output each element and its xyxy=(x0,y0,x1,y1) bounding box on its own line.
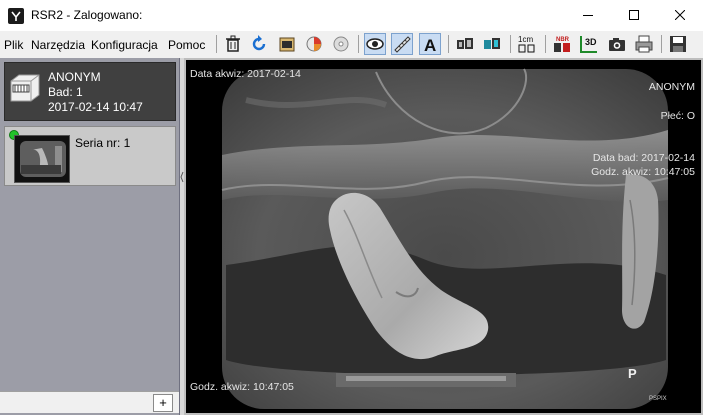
patient-exam-number: Bad: 1 xyxy=(48,85,83,99)
patient-name: ANONYM xyxy=(48,70,101,84)
color-wheel-icon[interactable] xyxy=(303,33,325,55)
app-icon xyxy=(8,8,24,24)
series-label: Seria nr: 1 xyxy=(75,136,131,150)
teeth-icon[interactable] xyxy=(454,33,476,55)
menu-narzedzia[interactable]: Narzędzia xyxy=(31,38,85,52)
trash-icon[interactable] xyxy=(222,33,244,55)
overlay-patient-name: ANONYM xyxy=(648,81,695,93)
overlay-acquisition-time-bottom: Godz. akwiz: 10:47:05 xyxy=(190,381,294,393)
svg-text:A: A xyxy=(424,36,436,54)
rotate-icon[interactable] xyxy=(248,33,270,55)
panel-footer: + xyxy=(0,391,179,413)
minimize-button[interactable] xyxy=(565,0,611,31)
toolbar-separator xyxy=(510,35,511,53)
svg-text:NBR: NBR xyxy=(556,37,570,43)
menu-konfiguracja[interactable]: Konfiguracja xyxy=(91,38,158,52)
patient-exam-datetime: 2017-02-14 10:47 xyxy=(48,100,143,114)
eye-icon[interactable] xyxy=(364,33,386,55)
xray-viewer[interactable]: Data akwiz: 2017-02-14 ANONYM Płeć: O Da… xyxy=(184,58,703,415)
maximize-button[interactable] xyxy=(611,0,657,31)
menu-plik[interactable]: Plik xyxy=(4,38,23,52)
overlay-sex: Płeć: O xyxy=(660,110,695,122)
toolbar-separator xyxy=(358,35,359,53)
xray-image xyxy=(186,60,701,413)
toolbar-separator xyxy=(661,35,662,53)
svg-text:1cm: 1cm xyxy=(518,35,533,44)
film-icon[interactable] xyxy=(276,33,298,55)
menu-toolbar-row: Plik Narzędzia Konfiguracja Pomoc A 1cm … xyxy=(0,31,703,58)
add-button[interactable]: + xyxy=(153,394,173,412)
acquisition-date-label: Data akwiz: 2017-02-14 xyxy=(190,68,301,80)
patient-card[interactable]: ANONYM Bad: 1 2017-02-14 10:47 xyxy=(4,62,176,121)
overlay-acquisition-time: Godz. akwiz: 10:47:05 xyxy=(591,166,695,178)
sensor-label: PSPIX xyxy=(649,396,667,402)
view-3d-icon[interactable]: 3D xyxy=(578,33,600,55)
toolbar-separator xyxy=(216,35,217,53)
save-icon[interactable] xyxy=(667,33,689,55)
series-thumbnail[interactable] xyxy=(14,135,70,183)
toolbar-separator xyxy=(448,35,449,53)
overlay-exam-date: Data bad: 2017-02-14 xyxy=(592,152,695,164)
orientation-marker: P xyxy=(628,366,637,381)
svg-text:3D: 3D xyxy=(585,37,597,47)
patient-list-panel: ANONYM Bad: 1 2017-02-14 10:47 Seria nr:… xyxy=(0,58,180,415)
camera-icon[interactable] xyxy=(606,33,628,55)
series-item[interactable]: Seria nr: 1 xyxy=(4,126,176,186)
close-button[interactable] xyxy=(657,0,703,31)
teeth-color-icon[interactable] xyxy=(481,33,503,55)
menu-pomoc[interactable]: Pomoc xyxy=(168,38,205,52)
print-icon[interactable] xyxy=(633,33,655,55)
ruler-icon[interactable] xyxy=(391,33,413,55)
histogram-icon[interactable]: NBR xyxy=(551,33,573,55)
window-title: RSR2 - Zalogowano: xyxy=(31,8,143,22)
toolbar-separator xyxy=(545,35,546,53)
disc-icon[interactable] xyxy=(330,33,352,55)
patient-file-icon xyxy=(9,73,41,106)
title-bar: RSR2 - Zalogowano: xyxy=(0,0,703,31)
measure-1cm-icon[interactable]: 1cm xyxy=(516,33,538,55)
text-annotation-icon[interactable]: A xyxy=(419,33,441,55)
